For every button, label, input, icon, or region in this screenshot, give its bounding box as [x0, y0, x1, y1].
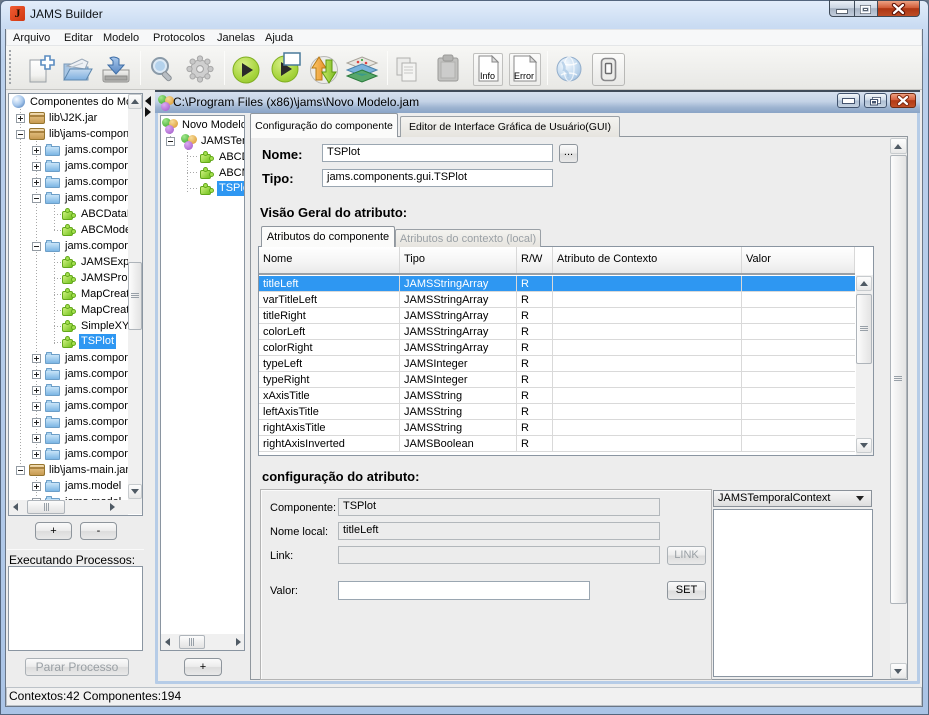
svg-text:Error: Error: [514, 71, 534, 81]
svg-text:Info: Info: [480, 71, 495, 81]
